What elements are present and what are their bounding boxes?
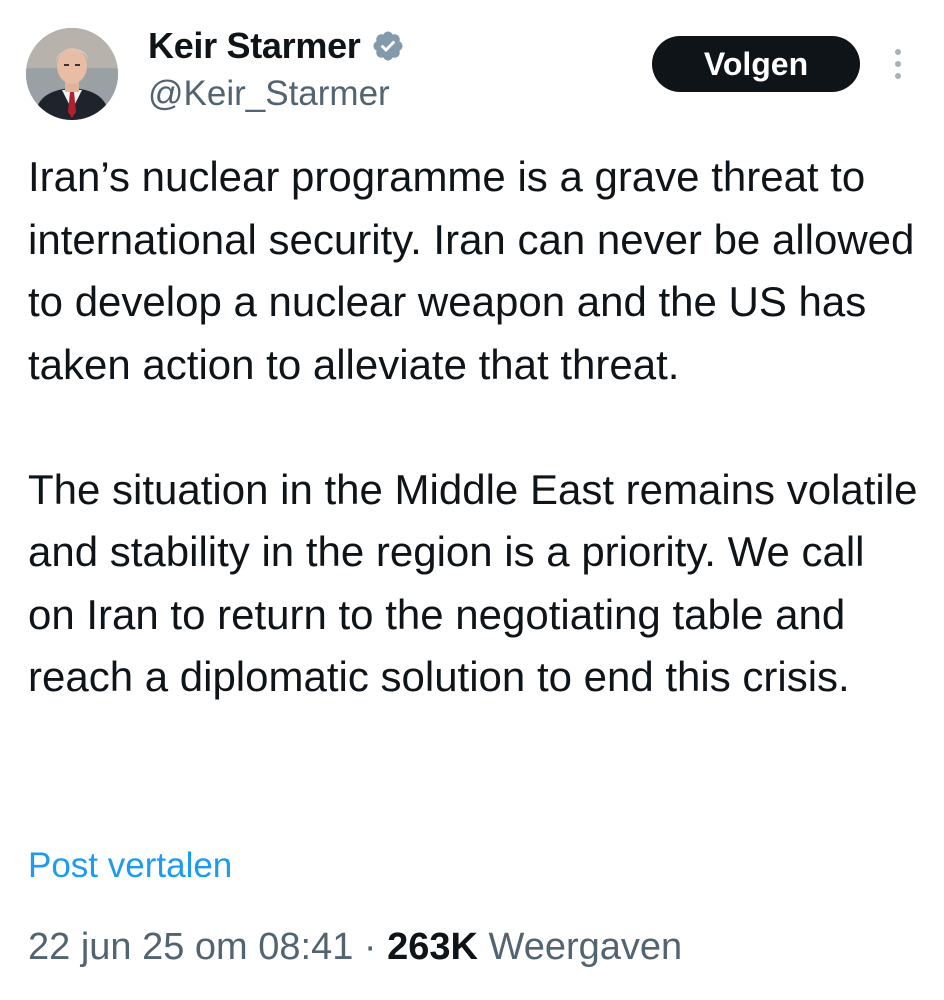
more-options-icon[interactable] — [884, 44, 912, 84]
meta-separator: · — [363, 926, 377, 968]
author-display-name[interactable]: Keir Starmer — [148, 25, 361, 67]
tweet-body: Iran’s nuclear programme is a grave thre… — [28, 146, 918, 709]
author-name-row: Keir Starmer — [148, 24, 405, 68]
author-handle[interactable]: @Keir_Starmer — [148, 74, 390, 114]
dot-icon — [895, 61, 901, 67]
verified-badge-icon — [371, 29, 405, 63]
views-label: Weergaven — [488, 926, 683, 968]
avatar[interactable] — [26, 28, 118, 120]
timestamp[interactable]: 22 jun 25 om 08:41 — [28, 926, 353, 968]
avatar-photo-icon — [26, 28, 118, 120]
tweet-header: Keir Starmer @Keir_Starmer Volgen — [0, 0, 944, 130]
follow-button[interactable]: Volgen — [652, 36, 860, 92]
translate-post-link[interactable]: Post vertalen — [28, 846, 232, 886]
views-count: 263K — [387, 926, 478, 968]
tweet-meta: 22 jun 25 om 08:41 · 263K Weergaven — [28, 926, 682, 969]
dot-icon — [895, 49, 901, 55]
tweet-paragraph: The situation in the Middle East remains… — [28, 465, 918, 701]
dot-icon — [895, 73, 901, 79]
tweet-paragraph: Iran’s nuclear programme is a grave thre… — [28, 153, 915, 388]
